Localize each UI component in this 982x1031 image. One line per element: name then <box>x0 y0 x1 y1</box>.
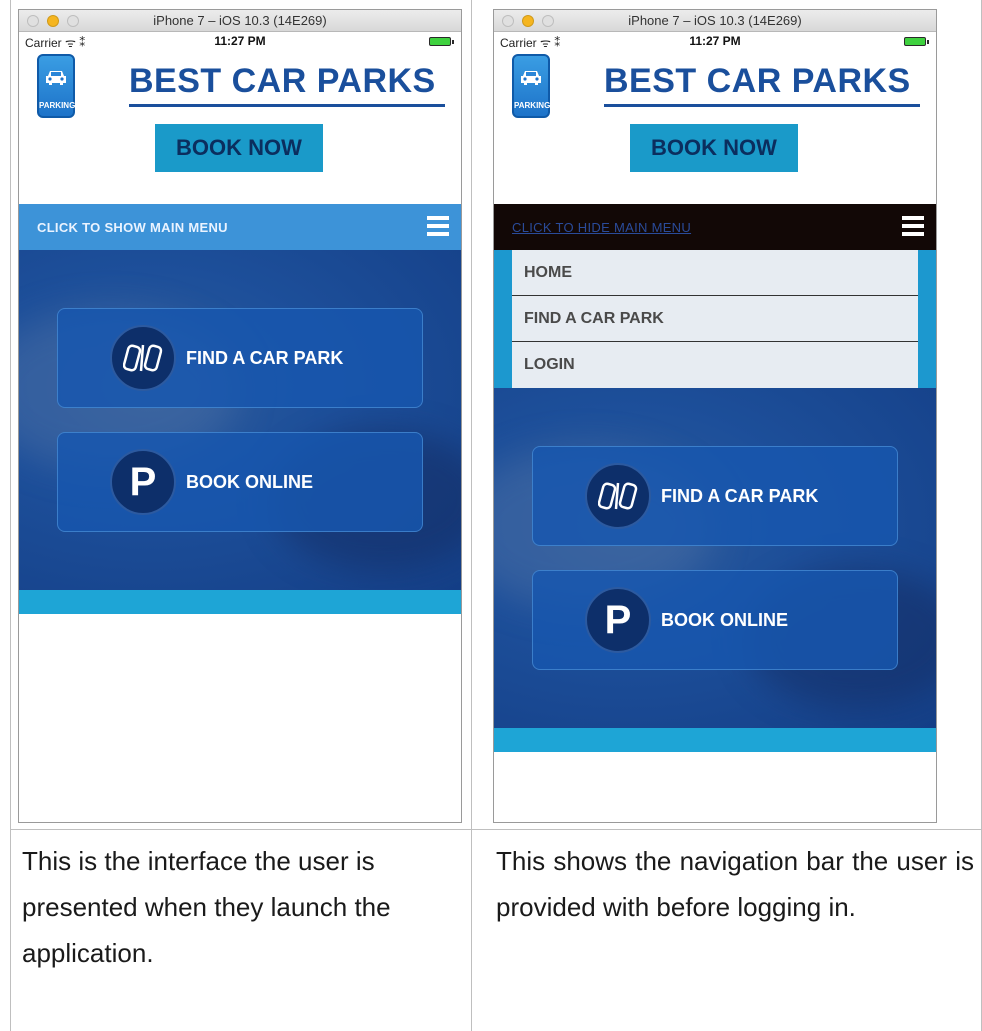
hamburger-menu-icon[interactable] <box>427 216 449 236</box>
battery-icon <box>904 37 929 46</box>
find-car-park-label: FIND A CAR PARK <box>186 347 344 368</box>
table-border-left <box>10 0 11 1031</box>
book-online-tile[interactable]: P BOOK ONLINE <box>57 432 423 532</box>
car-park-icon <box>110 325 176 391</box>
car-icon <box>521 71 541 85</box>
nav-item-home[interactable]: HOME <box>512 250 918 296</box>
main-nav-menu: HOME FIND A CAR PARK LOGIN <box>494 250 936 388</box>
book-online-label: BOOK ONLINE <box>186 471 314 492</box>
simulator-window-right: iPhone 7 – iOS 10.3 (14E269) Carrier ᯤ ⁑… <box>493 9 937 823</box>
book-now-button[interactable]: BOOK NOW <box>630 124 798 172</box>
ios-status-bar: Carrier ᯤ ⁑ 11:27 PM <box>19 32 461 52</box>
hide-main-menu-link[interactable]: CLICK TO HIDE MAIN MENU <box>512 220 691 235</box>
table-divider-vertical <box>471 0 472 1031</box>
brand-title: BEST CAR PARKS <box>604 62 911 100</box>
app-header: PARKING BEST CAR PARKS BOOK NOW <box>494 52 936 204</box>
logo-text: PARKING <box>39 101 76 110</box>
parking-logo[interactable]: PARKING <box>512 54 550 118</box>
status-time: 11:27 PM <box>689 34 741 48</box>
hero-section: FIND A CAR PARK P BOOK ONLINE <box>19 250 461 590</box>
window-title: iPhone 7 – iOS 10.3 (14E269) <box>153 13 327 28</box>
parking-logo[interactable]: PARKING <box>37 54 75 118</box>
window-title: iPhone 7 – iOS 10.3 (14E269) <box>628 13 802 28</box>
main-menu-toggle-bar[interactable]: CLICK TO SHOW MAIN MENU <box>19 204 461 250</box>
car-icon <box>46 71 66 85</box>
table-divider-horizontal <box>10 829 982 830</box>
hero-section: FIND A CAR PARK P BOOK ONLINE <box>494 388 936 728</box>
status-time: 11:27 PM <box>214 34 266 48</box>
show-main-menu-link[interactable]: CLICK TO SHOW MAIN MENU <box>37 220 228 235</box>
find-car-park-tile[interactable]: FIND A CAR PARK <box>532 446 898 546</box>
brand-title: BEST CAR PARKS <box>129 62 436 100</box>
book-now-button[interactable]: BOOK NOW <box>155 124 323 172</box>
app-header: PARKING BEST CAR PARKS BOOK NOW <box>19 52 461 204</box>
window-titlebar: iPhone 7 – iOS 10.3 (14E269) <box>19 10 461 32</box>
book-online-tile[interactable]: P BOOK ONLINE <box>532 570 898 670</box>
brand-underline <box>129 104 445 107</box>
simulator-window-left: iPhone 7 – iOS 10.3 (14E269) Carrier ᯤ ⁑… <box>18 9 462 823</box>
car-park-icon <box>585 463 651 529</box>
nav-item-login[interactable]: LOGIN <box>512 342 918 388</box>
find-car-park-tile[interactable]: FIND A CAR PARK <box>57 308 423 408</box>
window-titlebar: iPhone 7 – iOS 10.3 (14E269) <box>494 10 936 32</box>
brand-underline <box>604 104 920 107</box>
parking-p-icon: P <box>110 449 176 515</box>
nav-item-find-car-park[interactable]: FIND A CAR PARK <box>512 296 918 342</box>
footer-strip <box>19 590 461 614</box>
ios-status-bar: Carrier ᯤ ⁑ 11:27 PM <box>494 32 936 52</box>
parking-p-icon: P <box>585 587 651 653</box>
hamburger-menu-icon[interactable] <box>902 216 924 236</box>
logo-text: PARKING <box>514 101 551 110</box>
caption-right: This shows the navigation bar the user i… <box>496 846 974 922</box>
battery-icon <box>429 37 454 46</box>
main-menu-toggle-bar[interactable]: CLICK TO HIDE MAIN MENU <box>494 204 936 250</box>
find-car-park-label: FIND A CAR PARK <box>661 485 819 506</box>
caption-left: This is the interface the user is presen… <box>22 846 391 968</box>
footer-strip <box>494 728 936 752</box>
book-online-label: BOOK ONLINE <box>661 609 789 630</box>
